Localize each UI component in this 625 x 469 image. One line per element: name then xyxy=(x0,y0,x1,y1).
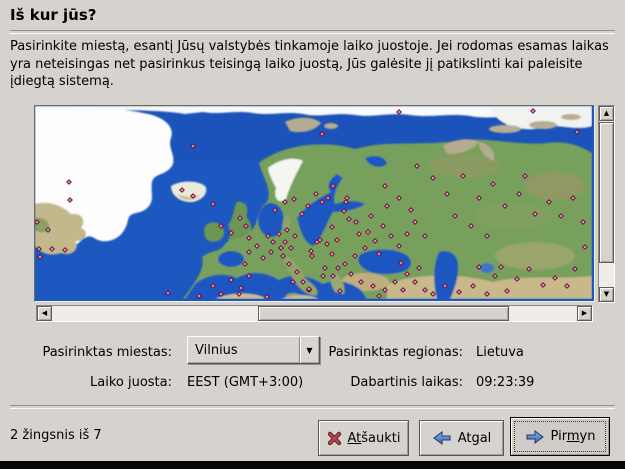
triangle-down-icon: ▼ xyxy=(604,291,609,298)
timezone-value: EEST (GMT+3:00) xyxy=(187,375,303,390)
step-indicator: 2 žingsnis iš 7 xyxy=(10,428,102,443)
intro-text: Pasirinkite miestą, esantį Jūsų valstybė… xyxy=(10,38,616,91)
map-vertical-scrollbar[interactable]: ▲ ▼ xyxy=(598,105,615,303)
page-title: Iš kur jūs? xyxy=(10,6,96,24)
triangle-left-icon: ◀ xyxy=(42,310,47,317)
scroll-up-button[interactable]: ▲ xyxy=(599,106,614,121)
selected-region-label: Pasirinktas regionas: xyxy=(303,345,463,360)
scroll-left-button[interactable]: ◀ xyxy=(37,306,52,321)
back-button-label: Atgal xyxy=(458,431,492,446)
cancel-button[interactable]: Atšaukti xyxy=(318,420,409,456)
city-dropdown[interactable]: Vilnius ▼ xyxy=(187,336,320,364)
selected-city-label: Pasirinktas miestas: xyxy=(12,345,172,360)
arrow-right-icon xyxy=(525,429,545,445)
horizontal-scrollbar-thumb[interactable] xyxy=(258,306,509,321)
vertical-scrollbar-thumb[interactable] xyxy=(599,122,614,263)
screen-bottom-edge xyxy=(0,461,625,469)
forward-button-label: Pirmyn xyxy=(551,429,596,444)
scroll-down-button[interactable]: ▼ xyxy=(599,287,614,302)
cancel-button-label: Atšaukti xyxy=(348,431,401,446)
city-dropdown-value: Vilnius xyxy=(188,343,299,358)
selected-region-value: Lietuva xyxy=(476,345,524,360)
triangle-up-icon: ▲ xyxy=(604,110,609,117)
footer-separator xyxy=(10,405,615,409)
current-time-label: Dabartinis laikas: xyxy=(303,375,463,390)
triangle-right-icon: ▶ xyxy=(582,310,587,317)
cancel-x-icon xyxy=(327,431,342,446)
timezone-label: Laiko juosta: xyxy=(12,375,172,390)
back-button[interactable]: Atgal xyxy=(419,420,504,456)
arrow-left-icon xyxy=(432,430,452,446)
header-separator xyxy=(10,30,615,34)
installer-timezone-screen: Iš kur jūs? Pasirinkite miestą, esantį J… xyxy=(0,0,625,469)
world-map-image[interactable] xyxy=(35,106,592,299)
forward-button[interactable]: Pirmyn xyxy=(510,417,610,456)
map-horizontal-scrollbar[interactable]: ◀ ▶ xyxy=(36,305,593,322)
current-time-value: 09:23:39 xyxy=(476,375,534,390)
world-map[interactable] xyxy=(34,105,595,302)
scroll-right-button[interactable]: ▶ xyxy=(577,306,592,321)
